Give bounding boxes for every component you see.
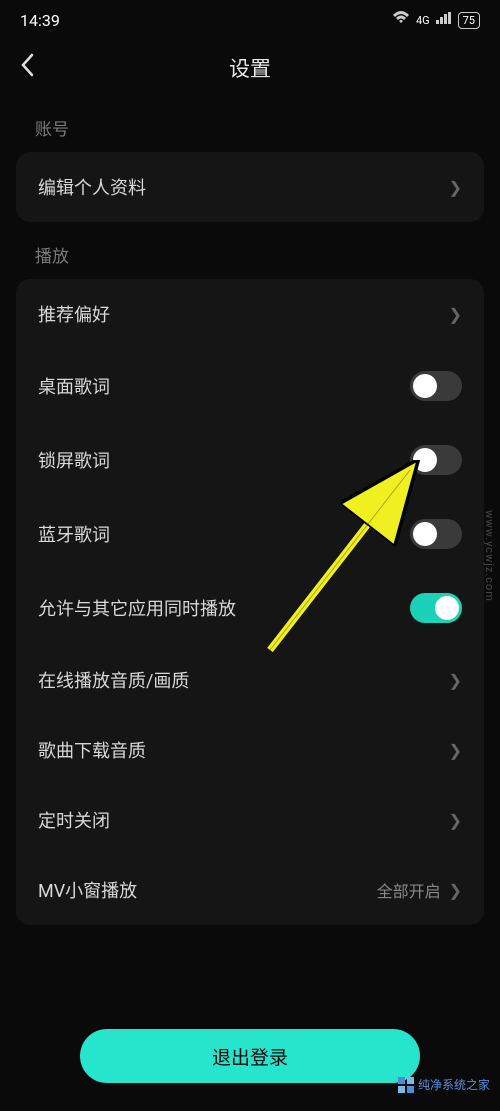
bluetooth-lyrics-label: 蓝牙歌词 [38,521,110,547]
toggle-knob [435,596,459,620]
section-playback: 推荐偏好 ❯ 桌面歌词 锁屏歌词 蓝牙歌词 允许与其它应用同时播放 [16,279,484,925]
desktop-lyrics-label: 桌面歌词 [38,373,110,399]
timer-off-label: 定时关闭 [38,807,110,833]
download-quality-label: 歌曲下载音质 [38,737,146,763]
row-desktop-lyrics: 桌面歌词 [16,349,484,423]
row-bluetooth-lyrics: 蓝牙歌词 [16,497,484,571]
status-bar: 14:39 4G 75 [0,0,500,40]
battery-indicator: 75 [458,12,480,29]
logout-label: 退出登录 [212,1043,288,1070]
row-lockscreen-lyrics: 锁屏歌词 [16,423,484,497]
row-download-quality[interactable]: 歌曲下载音质 ❯ [16,715,484,785]
page-title: 设置 [229,53,271,83]
row-mv-window[interactable]: MV小窗播放 全部开启 ❯ [16,855,484,925]
online-quality-label: 在线播放音质/画质 [38,667,189,693]
section-header-playback: 播放 [0,222,500,279]
watermark-text: 纯净系统之家 [418,1076,490,1093]
mv-window-label: MV小窗播放 [38,877,137,903]
preference-label: 推荐偏好 [38,301,110,327]
chevron-right-icon: ❯ [449,305,462,324]
row-edit-profile[interactable]: 编辑个人资料 ❯ [16,152,484,222]
lockscreen-lyrics-label: 锁屏歌词 [38,447,110,473]
watermark: 纯净系统之家 [398,1076,490,1093]
toggle-bluetooth-lyrics[interactable] [410,519,462,549]
row-allow-simultaneous: 允许与其它应用同时播放 [16,571,484,645]
row-timer-off[interactable]: 定时关闭 ❯ [16,785,484,855]
row-online-quality[interactable]: 在线播放音质/画质 ❯ [16,645,484,715]
toggle-allow-simultaneous[interactable] [410,593,462,623]
edit-profile-label: 编辑个人资料 [38,174,146,200]
toggle-knob [413,522,437,546]
chevron-right-icon: ❯ [449,881,462,900]
toggle-knob [413,374,437,398]
row-preference[interactable]: 推荐偏好 ❯ [16,279,484,349]
watermark-icon [398,1077,414,1093]
toggle-desktop-lyrics[interactable] [410,371,462,401]
wifi-icon [392,11,410,29]
mv-window-value: 全部开启 [377,878,441,902]
toggle-knob [413,448,437,472]
toggle-lockscreen-lyrics[interactable] [410,445,462,475]
section-header-account: 账号 [0,95,500,152]
status-right: 4G 75 [392,11,480,29]
chevron-right-icon: ❯ [449,811,462,830]
signal-icon [436,12,452,28]
logout-button[interactable]: 退出登录 [80,1029,420,1083]
page-header: 设置 [0,40,500,95]
side-watermark: www.ycwjz.com [483,510,496,602]
back-button[interactable] [20,51,34,84]
chevron-right-icon: ❯ [449,741,462,760]
status-time: 14:39 [20,11,60,30]
network-type: 4G [416,14,430,27]
chevron-right-icon: ❯ [449,671,462,690]
section-account: 编辑个人资料 ❯ [16,152,484,222]
chevron-right-icon: ❯ [449,178,462,197]
allow-simultaneous-label: 允许与其它应用同时播放 [38,595,236,621]
mv-window-right: 全部开启 ❯ [377,878,462,902]
content: 账号 编辑个人资料 ❯ 播放 推荐偏好 ❯ 桌面歌词 锁屏歌词 蓝牙歌词 [0,95,500,925]
